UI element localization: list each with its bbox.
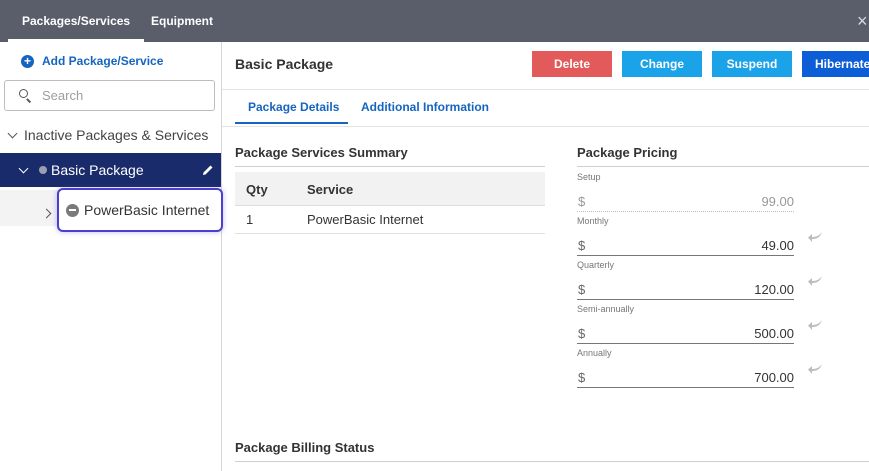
currency-symbol: $: [578, 326, 586, 341]
currency-symbol: $: [578, 370, 586, 385]
price-label-quarterly: Quarterly: [577, 260, 615, 270]
currency-symbol: $: [578, 282, 586, 297]
undo-arrow-icon[interactable]: [808, 319, 824, 331]
divider: [577, 166, 869, 167]
hibernate-button[interactable]: Hibernate: [802, 51, 869, 77]
summary-title: Package Services Summary: [235, 145, 408, 160]
tree-item-label: Basic Package: [51, 162, 144, 178]
price-value: 120.00: [754, 282, 794, 297]
setup-price-field: $ 99.00: [577, 192, 794, 212]
top-bar: Packages/Services Equipment ×: [0, 0, 869, 42]
cell-qty: 1: [246, 212, 254, 227]
table-header: Qty Service: [235, 172, 545, 206]
change-button[interactable]: Change: [622, 51, 702, 77]
price-value: 99.00: [761, 194, 794, 209]
search-box[interactable]: [4, 80, 215, 111]
tab-package-details[interactable]: Package Details: [248, 100, 339, 114]
column-header-service: Service: [307, 182, 354, 197]
pencil-icon[interactable]: [202, 164, 214, 176]
price-label-monthly: Monthly: [577, 216, 609, 226]
table-row: 1 PowerBasic Internet: [235, 206, 545, 234]
suspend-button[interactable]: Suspend: [712, 51, 792, 77]
billing-status-title: Package Billing Status: [235, 440, 375, 455]
semi-annual-price-field[interactable]: $ 500.00: [577, 324, 794, 344]
divider: [222, 89, 869, 90]
undo-arrow-icon[interactable]: [808, 231, 824, 243]
tab-packages-services[interactable]: Packages/Services: [7, 0, 145, 42]
divider: [222, 126, 869, 127]
quarterly-price-field[interactable]: $ 120.00: [577, 280, 794, 300]
active-tab-indicator: [235, 122, 348, 124]
tab-equipment[interactable]: Equipment: [151, 0, 213, 42]
minus-circle-icon: [66, 203, 79, 217]
chevron-down-icon[interactable]: [18, 163, 39, 173]
price-value: 49.00: [761, 238, 794, 253]
tab-additional-information[interactable]: Additional Information: [361, 100, 489, 114]
chevron-down-icon[interactable]: [0, 128, 24, 139]
add-package-service-link[interactable]: + Add Package/Service: [21, 53, 163, 69]
currency-symbol: $: [578, 194, 586, 209]
page-title: Basic Package: [235, 56, 334, 72]
undo-arrow-icon[interactable]: [808, 275, 824, 287]
tree-group-inactive[interactable]: Inactive Packages & Services: [0, 120, 221, 150]
delete-button[interactable]: Delete: [532, 51, 612, 77]
annual-price-field[interactable]: $ 700.00: [577, 368, 794, 388]
add-package-service-label: Add Package/Service: [42, 54, 164, 68]
price-value: 500.00: [754, 326, 794, 341]
tree-child-label: PowerBasic Internet: [84, 202, 210, 218]
price-label-annually: Annually: [577, 348, 612, 358]
price-label-semi-annually: Semi-annually: [577, 304, 635, 314]
pricing-title: Package Pricing: [577, 145, 678, 160]
chevron-right-icon[interactable]: [41, 204, 52, 222]
undo-arrow-icon[interactable]: [808, 363, 824, 375]
currency-symbol: $: [578, 238, 586, 253]
sidebar: + Add Package/Service Inactive Packages …: [0, 42, 223, 471]
column-header-qty: Qty: [246, 182, 268, 197]
tree-item-powerbasic-internet[interactable]: PowerBasic Internet: [57, 188, 223, 232]
search-input[interactable]: [42, 88, 202, 103]
price-label-setup: Setup: [577, 172, 601, 182]
add-circle-icon: +: [21, 54, 34, 68]
close-icon[interactable]: ×: [857, 11, 869, 31]
tree-group-label: Inactive Packages & Services: [24, 127, 209, 143]
tree-item-basic-package[interactable]: Basic Package: [0, 153, 221, 187]
monthly-price-field[interactable]: $ 49.00: [577, 236, 794, 256]
status-dot-icon: [39, 166, 47, 174]
divider: [235, 461, 869, 462]
search-icon: [19, 88, 33, 103]
cell-service: PowerBasic Internet: [307, 212, 424, 227]
divider: [235, 166, 545, 167]
price-value: 700.00: [754, 370, 794, 385]
